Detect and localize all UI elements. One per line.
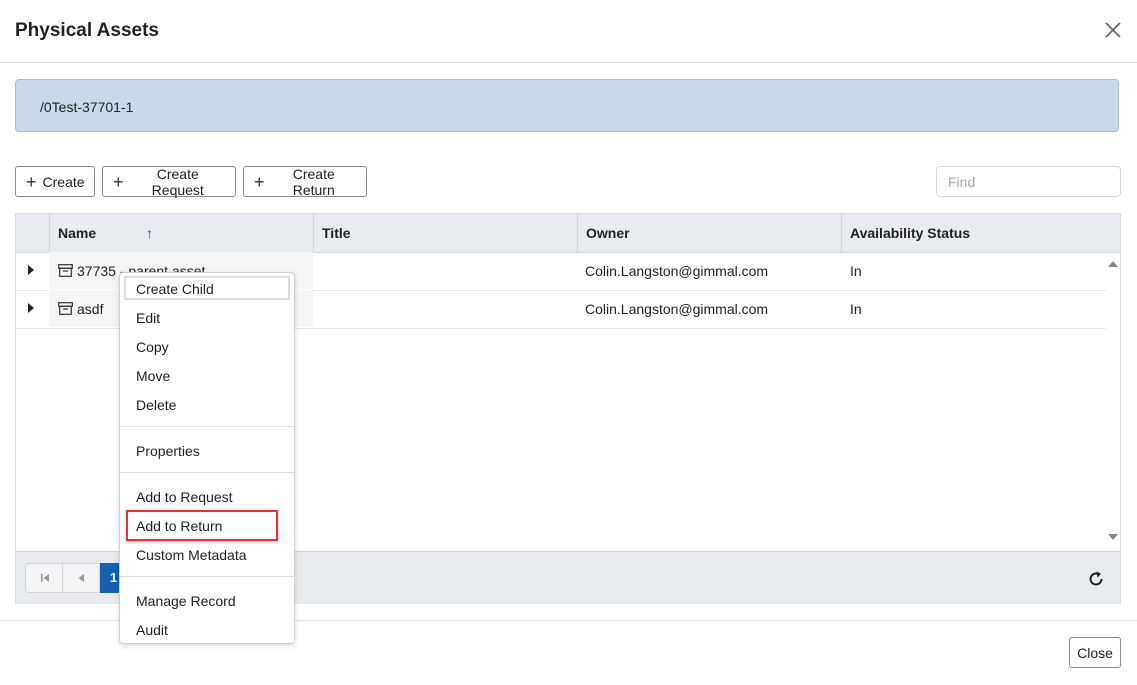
create-return-label: Create Return [292,165,335,198]
menu-item-audit[interactable]: Audit [136,622,168,638]
menu-item-custom-metadata[interactable]: Custom Metadata [136,547,247,563]
menu-item-move[interactable]: Move [136,368,170,384]
column-header-name[interactable]: Name ↑ [49,214,313,252]
first-page-button[interactable] [25,563,63,593]
menu-item-manage-record[interactable]: Manage Record [136,593,236,609]
context-menu: Create Child Edit Copy Move Delete Prope… [119,272,295,644]
plus-icon: + [26,171,37,192]
grid-header: Name ↑ Title Owner Availability Status [16,214,1120,253]
plus-icon: + [254,171,265,192]
expand-arrow-icon[interactable] [28,303,34,313]
archive-box-icon [58,264,73,277]
sort-ascending-icon: ↑ [146,225,153,241]
refresh-icon[interactable] [1086,569,1106,589]
asset-owner: Colin.Langston@gimmal.com [585,263,769,279]
create-request-button[interactable]: + Create Request [102,165,236,198]
menu-divider [120,472,294,473]
menu-divider [120,426,294,427]
create-return-button[interactable]: + Create Return [243,165,367,198]
menu-item-add-to-request[interactable]: Add to Request [136,489,233,505]
menu-item-properties[interactable]: Properties [136,443,200,459]
asset-name: asdf [77,301,104,317]
archive-box-icon [58,302,73,315]
previous-page-icon [78,574,84,582]
column-header-status[interactable]: Availability Status [841,214,1120,252]
dialog-header: Physical Assets [0,0,1137,63]
find-input[interactable] [936,166,1121,197]
asset-status: In [850,263,862,279]
create-button[interactable]: + Create [15,166,95,197]
path-text: /0Test-37701-1 [40,99,134,115]
create-label: Create [42,173,85,190]
expand-arrow-icon[interactable] [28,265,34,275]
asset-status: In [850,301,862,317]
close-button[interactable]: Close [1069,637,1121,668]
menu-item-add-to-return[interactable]: Add to Return [136,518,222,534]
breadcrumb-path: /0Test-37701-1 [15,79,1119,132]
first-page-icon [41,574,49,582]
close-icon[interactable] [1101,18,1125,42]
column-name-label: Name [58,225,97,241]
previous-page-button[interactable] [62,563,100,593]
dialog-title: Physical Assets [15,20,159,41]
menu-item-edit[interactable]: Edit [136,310,160,326]
physical-assets-dialog: Physical Assets /0Test-37701-1 + Create … [0,0,1137,684]
create-request-label: Create Request [151,165,204,198]
menu-item-delete[interactable]: Delete [136,397,176,413]
scroll-up-arrow-icon[interactable] [1108,261,1118,267]
menu-item-create-child[interactable]: Create Child [136,281,214,297]
plus-icon: + [113,171,124,192]
menu-item-copy[interactable]: Copy [136,339,169,355]
column-header-owner[interactable]: Owner [577,214,841,252]
menu-divider [120,576,294,577]
column-header-title[interactable]: Title [313,214,577,252]
asset-owner: Colin.Langston@gimmal.com [585,301,769,317]
scroll-down-arrow-icon[interactable] [1108,534,1118,540]
